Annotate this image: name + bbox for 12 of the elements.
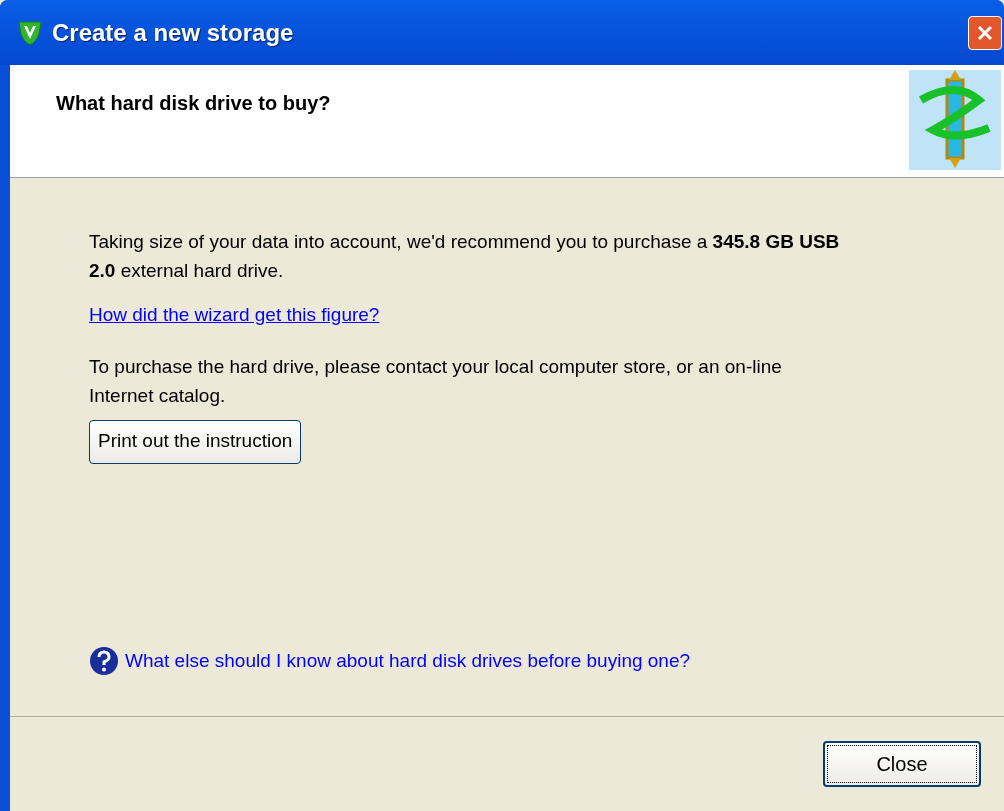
recommendation-text: Taking size of your data into account, we'd recommend you to purchase a 345.8 GB USB 2.0 external hard drive.: [89, 230, 841, 283]
window-title: Create a new storage: [52, 17, 294, 48]
print-button[interactable]: Print out the instruction: [89, 419, 302, 464]
figure-link[interactable]: How did the wizard get this figure?: [89, 301, 380, 330]
close-dialog-button[interactable]: Close: [823, 741, 981, 787]
shield-icon: [18, 19, 42, 46]
close-button[interactable]: [968, 15, 1002, 50]
header-title: What hard disk drive to buy?: [56, 91, 331, 116]
help-link[interactable]: What else should I know about hard disk drives before buying one?: [125, 646, 691, 676]
purchase-note: To purchase the hard drive, please contact your local computer store, or an on-line Internet catalog.: [89, 354, 783, 408]
close-icon: [976, 23, 994, 42]
help-icon: [89, 646, 119, 676]
